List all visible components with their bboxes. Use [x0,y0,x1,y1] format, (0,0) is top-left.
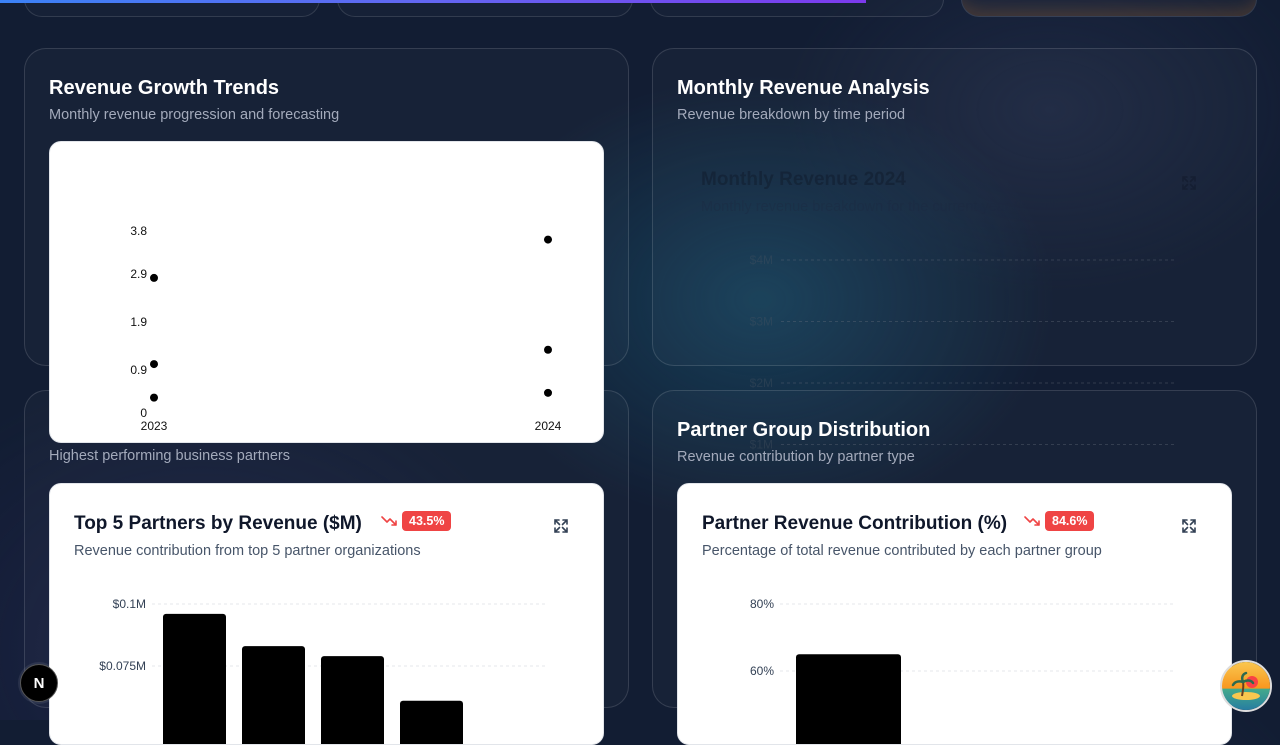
y-tick-label: 0.9 [130,363,147,377]
data-point [544,345,552,354]
bar [321,656,384,744]
y-tick-label: 60% [750,664,774,678]
y-tick-label: $0.075M [99,659,146,673]
y-tick-label: 0 [140,406,147,420]
revenue-growth-chart-card: 3.8 2.9 1.9 0.9 0 2023 2024 [49,141,604,443]
revenue-growth-scatter-chart: 3.8 2.9 1.9 0.9 02023 2024 [130,224,562,433]
x-tick-label: 2024 [535,419,562,433]
data-point [150,273,158,282]
top-partners-bar-chart: $0.1M $0.075M [99,597,548,744]
data-point [544,235,552,244]
panel-subtitle: Revenue breakdown by time period [677,107,906,123]
panel-title: Revenue Growth Trends [49,77,280,99]
panel-subtitle: Highest performing business partners [49,448,290,464]
top-partners-chart-card: Top 5 Partners by Revenue ($M) 43.5% Rev… [49,483,604,745]
bar [400,700,463,744]
y-tick-label: 1.9 [130,315,147,329]
data-point [150,393,158,402]
partner-contribution-chart-card: Partner Revenue Contribution (%) 84.6% P… [677,483,1232,745]
panel-subtitle: Monthly revenue progression and forecast… [49,107,340,123]
monthly-revenue-2024-card: Monthly Revenue 2024 Monthly revenue bre… [677,148,1231,468]
dev-tools-button[interactable]: N [20,664,58,702]
y-tick-label: $0.1M [113,597,146,611]
y-tick-label: 80% [750,597,774,611]
data-point [150,360,158,369]
y-tick-label: $1M [750,438,773,452]
stat-card-4 [961,0,1257,17]
y-tick-label: $2M [750,376,773,390]
partner-contribution-bar-chart: 80% 60% [750,597,1176,744]
bar [796,654,901,744]
panel-title: Monthly Revenue Analysis [677,77,930,99]
island-avatar-icon [1222,662,1270,710]
y-tick-label: $3M [750,315,773,329]
fab-label: N [33,674,45,692]
data-point [544,388,552,397]
y-tick-label: 3.8 [130,224,147,238]
loading-progress-bar [0,0,866,3]
x-tick-label: 2023 [141,419,168,433]
bar [163,613,226,744]
user-avatar[interactable] [1220,660,1272,712]
y-tick-label: 2.9 [130,267,147,281]
y-tick-label: $4M [750,253,773,267]
monthly-revenue-chart: $4M $3M $2M $1M [750,253,1174,452]
bar [242,646,305,744]
